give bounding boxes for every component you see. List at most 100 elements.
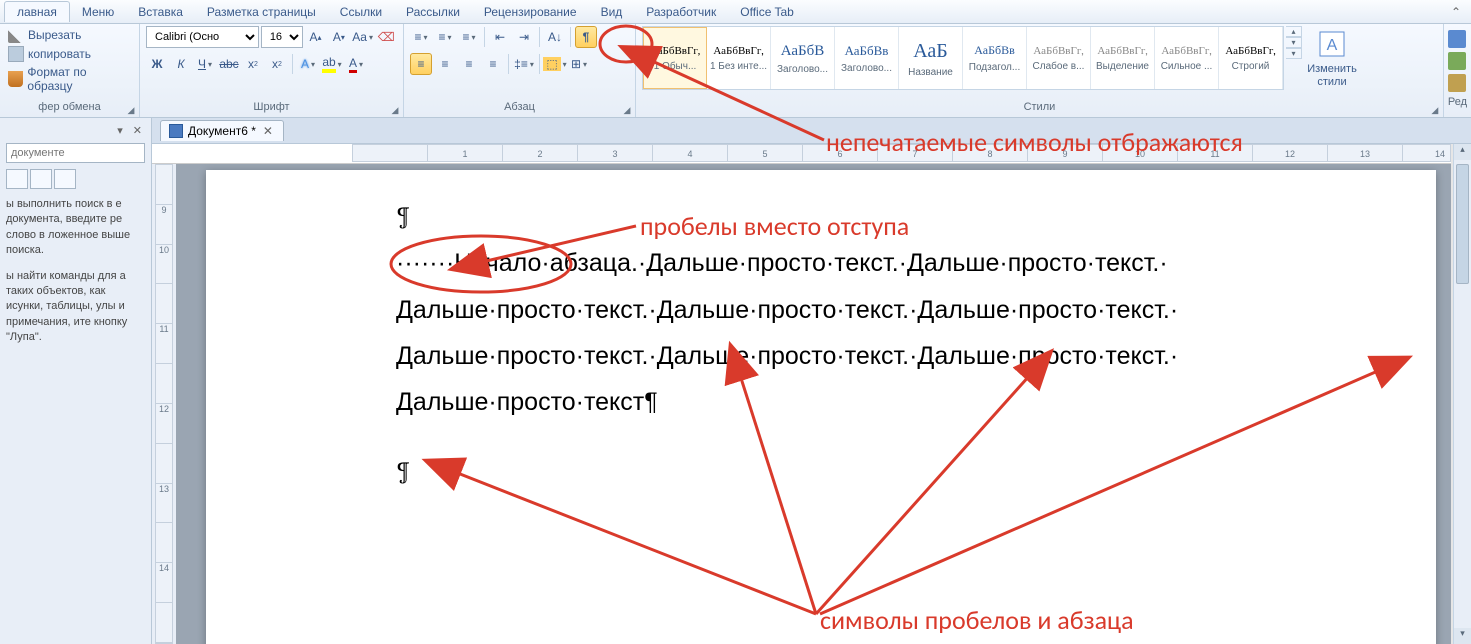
group-label-paragraph: Абзац (404, 101, 635, 117)
replace-icon[interactable] (1448, 52, 1466, 70)
document-line: Дальше·просто·текст.·Дальше·просто·текст… (396, 333, 1246, 379)
show-marks-button[interactable]: ¶ (575, 26, 597, 48)
highlight-button[interactable]: ab▾ (321, 53, 343, 75)
minimize-ribbon-icon[interactable]: ⌃ (1451, 5, 1461, 19)
styles-launcher[interactable]: ◢ (1429, 104, 1441, 116)
svg-text:A: A (1327, 37, 1338, 54)
change-styles-button[interactable]: A Изменить стили (1304, 26, 1360, 90)
find-icon[interactable] (1448, 30, 1466, 48)
sort-button[interactable]: A↓ (544, 26, 566, 48)
tab-office[interactable]: Office Tab (728, 2, 806, 22)
scroll-up-arrow[interactable]: ▴ (1454, 144, 1471, 160)
clipboard-launcher[interactable]: ◢ (125, 104, 137, 116)
subscript-button[interactable]: x2 (242, 53, 264, 75)
style-item[interactable]: АаБбВвПодзагол... (963, 27, 1027, 89)
grow-font-button[interactable]: A▴ (305, 26, 326, 48)
tab-refs[interactable]: Ссылки (328, 2, 394, 22)
style-item[interactable]: АаБбВвГг,Выделение (1091, 27, 1155, 89)
word-doc-icon (169, 124, 183, 138)
cut-button[interactable]: Вырезать (6, 26, 133, 44)
group-styles: АаБбВвГг,1 Обыч...АаБбВвГг,1 Без инте...… (636, 24, 1444, 117)
editing-label: Ред (1448, 96, 1467, 108)
ruler-horizontal[interactable]: 12345678910111213141516 (152, 144, 1451, 164)
tab-dev[interactable]: Разработчик (634, 2, 728, 22)
change-styles-label: Изменить стили (1305, 63, 1359, 87)
document-tab[interactable]: Документ6 * ✕ (160, 120, 284, 141)
styles-scrollbar: ▴ ▾ ▾ (1286, 26, 1302, 59)
copy-button[interactable]: копировать (6, 45, 133, 63)
close-tab-icon[interactable]: ✕ (261, 124, 275, 138)
ruler-vertical[interactable]: 91011121314 (152, 164, 176, 644)
style-item[interactable]: АаБбВвГг,Строгий (1219, 27, 1283, 89)
tab-menu[interactable]: Меню (70, 2, 126, 22)
scroll-thumb[interactable] (1456, 164, 1469, 284)
align-justify-button[interactable]: ≡ (482, 53, 504, 75)
style-item[interactable]: АаБбВвГг,Слабое в... (1027, 27, 1091, 89)
numbering-button[interactable]: ≡▾ (434, 26, 456, 48)
paragraph-launcher[interactable]: ◢ (621, 104, 633, 116)
indent-inc-button[interactable]: ⇥ (513, 26, 535, 48)
style-item[interactable]: АаБбВвГг,1 Без инте... (707, 27, 771, 89)
document-page[interactable]: ¶ ·······Начало·абзаца.·Дальше·просто·те… (206, 170, 1436, 644)
strike-button[interactable]: abc (218, 53, 240, 75)
separator (570, 27, 571, 47)
nav-tab-headings[interactable] (6, 169, 28, 189)
indent-dec-button[interactable]: ⇤ (489, 26, 511, 48)
style-item[interactable]: АаБбВЗаголово... (771, 27, 835, 89)
shrink-font-button[interactable]: A▾ (328, 26, 349, 48)
change-case-button[interactable]: Aa▾ (352, 26, 374, 48)
font-size-select[interactable]: 16 (261, 26, 303, 48)
align-left-button[interactable]: ≡ (410, 53, 432, 75)
style-item[interactable]: АаБбВвЗаголово... (835, 27, 899, 89)
nav-tab-results[interactable] (54, 169, 76, 189)
nav-search-input[interactable] (6, 143, 145, 163)
styles-scroll-up[interactable]: ▴ (1286, 26, 1302, 37)
tab-review[interactable]: Рецензирование (472, 2, 589, 22)
styles-more[interactable]: ▾ (1286, 48, 1302, 59)
tab-view[interactable]: Вид (589, 2, 635, 22)
scissors-icon (8, 27, 24, 43)
superscript-button[interactable]: x2 (266, 53, 288, 75)
line-spacing-button[interactable]: ‡≡▾ (513, 53, 535, 75)
style-item[interactable]: АаБбВвГг,1 Обыч... (643, 27, 707, 89)
navigation-panel: ▾ ✕ ы выполнить поиск в е документа, введ… (0, 118, 152, 644)
underline-button[interactable]: Ч▾ (194, 53, 216, 75)
ribbon: Вырезать копировать Формат по образцу фе… (0, 24, 1471, 118)
bullets-button[interactable]: ≡▾ (410, 26, 432, 48)
nav-tab-pages[interactable] (30, 169, 52, 189)
font-name-select[interactable]: Calibri (Осно (146, 26, 259, 48)
nav-help-text: ы выполнить поиск в е документа, введите… (6, 197, 145, 346)
font-color-button[interactable]: A▾ (345, 53, 367, 75)
copy-icon (8, 46, 24, 62)
align-right-button[interactable]: ≡ (458, 53, 480, 75)
tab-layout[interactable]: Разметка страницы (195, 2, 328, 22)
styles-scroll-down[interactable]: ▾ (1286, 37, 1302, 48)
document-line: Дальше·просто·текст.·Дальше·просто·текст… (396, 287, 1246, 333)
bold-button[interactable]: Ж (146, 53, 168, 75)
style-item[interactable]: АаБНазвание (899, 27, 963, 89)
tab-mail[interactable]: Рассылки (394, 2, 472, 22)
tab-home[interactable]: лавная (4, 1, 70, 22)
italic-button[interactable]: К (170, 53, 192, 75)
tab-insert[interactable]: Вставка (126, 2, 195, 22)
change-styles-icon: A (1316, 28, 1348, 60)
vertical-scrollbar[interactable]: ▴ ▾ (1453, 144, 1471, 644)
nav-close-icon[interactable]: ✕ (130, 124, 145, 137)
nav-pin-icon[interactable]: ▾ (114, 124, 126, 137)
group-label-font: Шрифт (140, 101, 403, 117)
text-effects-button[interactable]: A▾ (297, 53, 319, 75)
font-launcher[interactable]: ◢ (389, 104, 401, 116)
ribbon-tabs: лавная Меню Вставка Разметка страницы Сс… (0, 0, 1471, 24)
borders-button[interactable]: ⊞▾ (568, 53, 590, 75)
style-item[interactable]: АаБбВвГг,Сильное ... (1155, 27, 1219, 89)
multilevel-button[interactable]: ≡▾ (458, 26, 480, 48)
align-center-button[interactable]: ≡ (434, 53, 456, 75)
styles-gallery[interactable]: АаБбВвГг,1 Обыч...АаБбВвГг,1 Без инте...… (642, 26, 1284, 90)
format-painter-button[interactable]: Формат по образцу (6, 64, 133, 94)
editing-group: Ред (1444, 24, 1471, 117)
document-tabs: Документ6 * ✕ (0, 118, 1471, 144)
clear-format-button[interactable]: ⌫ (376, 26, 397, 48)
scroll-down-arrow[interactable]: ▾ (1454, 628, 1471, 644)
select-icon[interactable] (1448, 74, 1466, 92)
shading-button[interactable]: ⬚▾ (544, 53, 566, 75)
